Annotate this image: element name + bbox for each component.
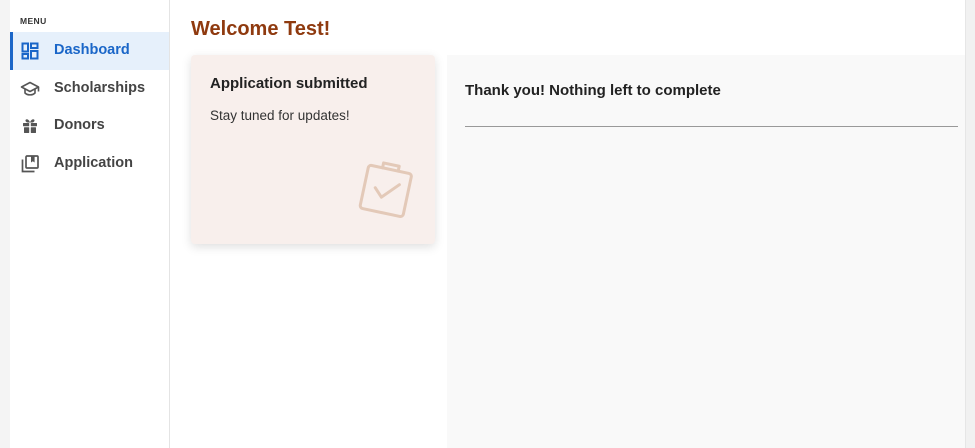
tasks-title: Thank you! Nothing left to complete xyxy=(465,82,721,99)
status-card-title: Application submitted xyxy=(210,75,368,92)
main-content: Welcome Test! Application submitted Stay… xyxy=(170,0,965,448)
sidebar-item-scholarships[interactable]: Scholarships xyxy=(10,70,169,108)
app-frame: MENU Dashboard Scholarships Donors Appli… xyxy=(0,0,975,448)
sidebar-item-label: Application xyxy=(54,155,133,171)
clipboard-check-icon xyxy=(351,155,421,225)
dashboard-icon xyxy=(20,41,40,61)
library-books-icon xyxy=(20,154,40,174)
sidebar-item-label: Scholarships xyxy=(54,80,146,96)
graduation-cap-icon xyxy=(20,79,40,99)
sidebar-item-label: Dashboard xyxy=(54,42,130,58)
application-status-card: Application submitted Stay tuned for upd… xyxy=(191,55,435,244)
gift-icon xyxy=(20,116,40,136)
sidebar-item-label: Donors xyxy=(54,117,105,133)
sidebar-item-application[interactable]: Application xyxy=(10,145,169,183)
sidebar-item-dashboard[interactable]: Dashboard xyxy=(10,32,169,70)
divider xyxy=(465,126,958,127)
window-left-edge xyxy=(0,0,10,448)
menu-heading: MENU xyxy=(20,16,47,26)
tasks-panel: Thank you! Nothing left to complete xyxy=(447,55,965,448)
window-right-edge xyxy=(965,0,975,448)
page-title: Welcome Test! xyxy=(191,18,331,40)
sidebar: MENU Dashboard Scholarships Donors Appli… xyxy=(10,0,170,448)
sidebar-item-donors[interactable]: Donors xyxy=(10,107,169,145)
status-card-subtitle: Stay tuned for updates! xyxy=(210,108,350,123)
